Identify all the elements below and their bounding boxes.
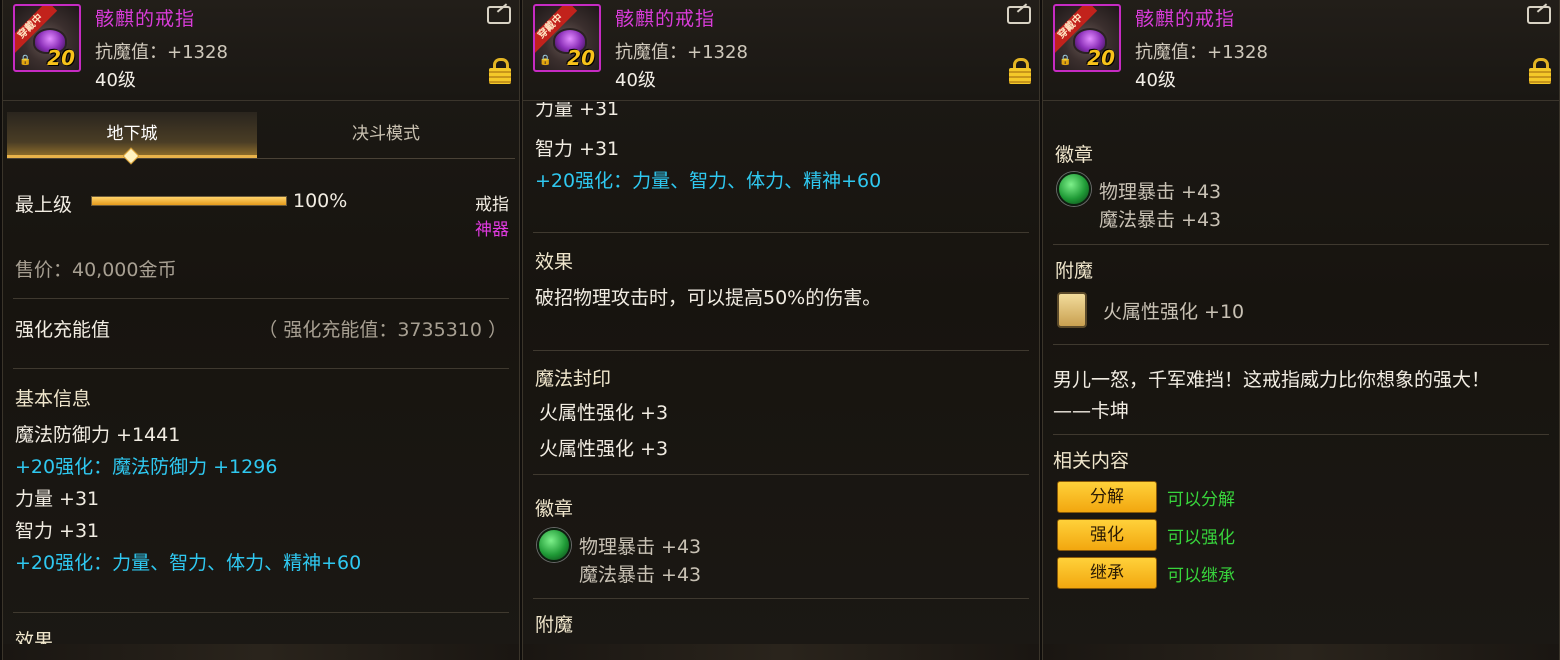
share-icon[interactable] <box>1527 6 1551 24</box>
item-name: 骸麒的戒指 <box>95 8 196 30</box>
stat-line-cut: 力量 +31 <box>535 102 620 120</box>
divider <box>533 232 1029 233</box>
divider <box>13 612 509 613</box>
item-name: 骸麒的戒指 <box>615 8 716 30</box>
effect-title: 效果 <box>535 251 574 273</box>
grade-bar <box>91 196 287 206</box>
flavor-author: ——卡坤 <box>1053 400 1130 422</box>
bonus-line: +20强化：力量、智力、体力、精神+60 <box>535 170 882 192</box>
disassemble-note: 可以分解 <box>1167 490 1235 510</box>
divider <box>13 298 509 299</box>
item-stat-line: 抗魔值：+1328 <box>1135 42 1268 63</box>
item-name: 骸麒的戒指 <box>1135 8 1236 30</box>
item-level: 40级 <box>1135 70 1176 91</box>
small-lock-icon: 🔒 <box>539 55 552 66</box>
item-header: 穿戴中 🔒 20 骸麒的戒指 抗魔值：+1328 40级 <box>1043 0 1559 101</box>
sell-price: 售价：40,000金币 <box>15 259 177 281</box>
emblem-line: 魔法暴击 +43 <box>579 564 702 586</box>
small-lock-icon: 🔒 <box>19 55 32 66</box>
enhance-button[interactable]: 强化 <box>1057 519 1157 551</box>
bottom-strip <box>1043 644 1559 660</box>
emblem-title: 徽章 <box>535 498 574 520</box>
ring-item-icon: 穿戴中 🔒 20 <box>1053 4 1121 72</box>
lock-icon[interactable] <box>489 58 511 84</box>
enchant-title: 附魔 <box>535 614 574 636</box>
emblem-line: 物理暴击 +43 <box>579 536 702 558</box>
lock-icon[interactable] <box>1529 58 1551 84</box>
bonus-line: +20强化：魔法防御力 +1296 <box>15 456 278 478</box>
divider <box>533 474 1029 475</box>
inherit-button[interactable]: 继承 <box>1057 557 1157 589</box>
effect-text: 破招物理攻击时，可以提高50%的伤害。 <box>535 287 882 309</box>
divider <box>1053 244 1549 245</box>
charge-label: 强化充能值 <box>15 319 111 341</box>
item-type: 戒指 <box>475 195 509 215</box>
divider <box>13 368 509 369</box>
small-lock-icon: 🔒 <box>1059 55 1072 66</box>
grade-label: 最上级 <box>15 194 73 216</box>
tab-pvp[interactable]: 决斗模式 <box>261 112 511 158</box>
flavor-quote: 男儿一怒，千军难挡！这戒指威力比你想象的强大！ <box>1053 369 1491 391</box>
ring-item-icon: 穿戴中 🔒 20 <box>13 4 81 72</box>
emblem-title: 徽章 <box>1055 144 1094 166</box>
item-tooltip-panel-3: 穿戴中 🔒 20 骸麒的戒指 抗魔值：+1328 40级 徽章 物理暴击 +43… <box>1042 0 1560 660</box>
bonus-line: +20强化：力量、智力、体力、精神+60 <box>15 552 362 574</box>
item-level: 40级 <box>95 70 136 91</box>
seal-line: 火属性强化 +3 <box>539 402 669 424</box>
item-stat-line: 抗魔值：+1328 <box>615 42 748 63</box>
stat-line: 魔法防御力 +1441 <box>15 424 181 446</box>
bottom-strip <box>523 644 1039 660</box>
divider <box>1053 344 1549 345</box>
enchant-title: 附魔 <box>1055 260 1094 282</box>
divider <box>533 350 1029 351</box>
enhance-level: 20 <box>567 46 595 70</box>
green-emblem-icon <box>1057 172 1091 206</box>
enhance-note: 可以强化 <box>1167 528 1235 548</box>
ring-item-icon: 穿戴中 🔒 20 <box>533 4 601 72</box>
item-tooltip-panel-1: 穿戴中 🔒 20 骸麒的戒指 抗魔值：+1328 40级 地下城 决斗模式 最上… <box>2 0 520 660</box>
item-stat-line: 抗魔值：+1328 <box>95 42 228 63</box>
enhance-level: 20 <box>1087 46 1115 70</box>
basic-info-title: 基本信息 <box>15 388 92 410</box>
mode-tabs: 地下城 决斗模式 <box>7 112 515 165</box>
divider <box>533 598 1029 599</box>
item-header: 穿戴中 🔒 20 骸麒的戒指 抗魔值：+1328 40级 <box>523 0 1039 101</box>
emblem-line: 物理暴击 +43 <box>1099 181 1222 203</box>
enchant-card-icon <box>1057 292 1087 328</box>
item-rarity: 神器 <box>475 220 509 240</box>
disassemble-button[interactable]: 分解 <box>1057 481 1157 513</box>
stat-line: 智力 +31 <box>15 520 100 542</box>
emblem-line: 魔法暴击 +43 <box>1099 209 1222 231</box>
share-icon[interactable] <box>487 6 511 24</box>
item-header: 穿戴中 🔒 20 骸麒的戒指 抗魔值：+1328 40级 <box>3 0 519 101</box>
stat-line: 智力 +31 <box>535 138 620 160</box>
grade-percent: 100% <box>293 190 348 212</box>
related-title: 相关内容 <box>1053 450 1130 472</box>
grade-bar-fill <box>92 197 286 205</box>
charge-value: （ 强化充能值：3735310 ） <box>258 319 507 341</box>
magic-seal-title: 魔法封印 <box>535 368 612 390</box>
share-icon[interactable] <box>1007 6 1031 24</box>
enhance-level: 20 <box>47 46 75 70</box>
lock-icon[interactable] <box>1009 58 1031 84</box>
green-emblem-icon <box>537 528 571 562</box>
item-tooltip-panel-2: 穿戴中 🔒 20 骸麒的戒指 抗魔值：+1328 40级 力量 +31 智力 +… <box>522 0 1040 660</box>
enchant-line: 火属性强化 +10 <box>1103 301 1245 323</box>
divider <box>1053 434 1549 435</box>
bottom-strip <box>3 644 519 660</box>
inherit-note: 可以继承 <box>1167 566 1235 586</box>
seal-line: 火属性强化 +3 <box>539 438 669 460</box>
stat-line: 力量 +31 <box>15 488 100 510</box>
item-level: 40级 <box>615 70 656 91</box>
